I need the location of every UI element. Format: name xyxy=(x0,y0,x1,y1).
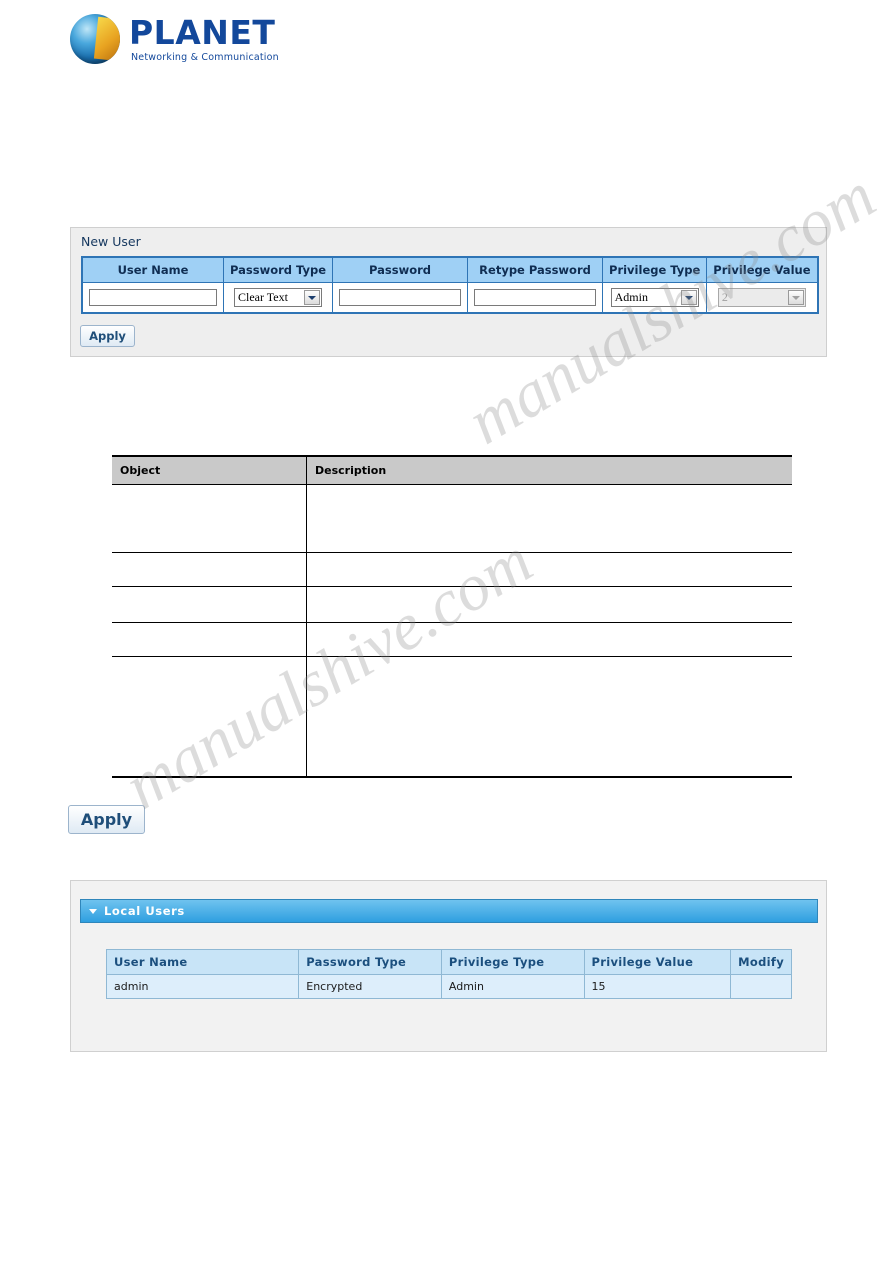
local-users-table: User Name Password Type Privilege Type P… xyxy=(105,949,792,999)
table-row xyxy=(112,484,792,553)
lu-cell-privilege-value: 15 xyxy=(583,974,732,999)
password-type-selected-value: Clear Text xyxy=(238,290,288,304)
lu-cell-modify xyxy=(730,974,792,999)
cell-password-type: Clear Text xyxy=(222,282,334,314)
new-user-input-row: Clear Text Admin 2 xyxy=(81,282,818,314)
brand-tagline: Networking & Communication xyxy=(131,51,279,63)
local-users-panel-title: Local Users xyxy=(104,904,185,918)
col-password: Password xyxy=(332,256,469,283)
desc-description-cell xyxy=(306,552,792,587)
new-user-header-row: User Name Password Type Password Retype … xyxy=(81,256,818,283)
lu-cell-password-type: Encrypted xyxy=(298,974,442,999)
new-user-table: User Name Password Type Password Retype … xyxy=(81,256,819,314)
table-row xyxy=(112,552,792,587)
desc-col-object: Object xyxy=(112,455,307,485)
chevron-down-icon xyxy=(304,290,320,305)
brand-logo: PLANET Networking & Communication xyxy=(70,14,279,64)
table-row xyxy=(112,622,792,657)
new-user-panel: New User User Name Password Type Passwor… xyxy=(70,227,827,357)
new-user-apply-button[interactable]: Apply xyxy=(80,325,135,347)
privilege-value-selected-value: 2 xyxy=(721,290,728,304)
table-row: admin Encrypted Admin 15 xyxy=(105,974,792,999)
local-users-panel-header[interactable]: Local Users xyxy=(80,899,818,923)
lu-col-privilege-type: Privilege Type xyxy=(440,949,585,975)
cell-privilege-value: 2 xyxy=(706,282,818,314)
lu-cell-user-name: admin xyxy=(105,974,300,999)
apply-button[interactable]: Apply xyxy=(68,805,145,834)
desc-object-cell xyxy=(112,552,307,587)
lu-cell-privilege-type: Admin xyxy=(440,974,585,999)
password-type-select[interactable]: Clear Text xyxy=(234,288,322,307)
desc-description-cell xyxy=(306,622,792,657)
desc-col-description: Description xyxy=(306,455,792,485)
brand-name: PLANET xyxy=(129,12,276,52)
lu-col-modify: Modify xyxy=(730,949,792,975)
new-user-panel-title: New User xyxy=(81,234,141,249)
object-description-table: Object Description xyxy=(112,455,792,778)
local-users-panel: Local Users User Name Password Type Priv… xyxy=(70,880,827,1052)
chevron-down-icon xyxy=(787,290,804,305)
desc-description-cell xyxy=(306,484,792,553)
cell-privilege-type: Admin xyxy=(602,282,708,314)
desc-object-cell xyxy=(112,622,307,657)
desc-description-cell xyxy=(306,656,792,778)
desc-description-cell xyxy=(306,586,792,623)
privilege-type-select[interactable]: Admin xyxy=(610,288,699,307)
globe-icon xyxy=(70,14,120,64)
desc-header-row: Object Description xyxy=(112,455,792,485)
lu-col-password-type: Password Type xyxy=(298,949,442,975)
col-privilege-value: Privilege Value xyxy=(706,256,818,283)
table-row xyxy=(112,656,792,778)
brand-text: PLANET Networking & Communication xyxy=(129,16,279,63)
desc-object-cell xyxy=(112,484,307,553)
table-row xyxy=(112,586,792,623)
cell-retype-password xyxy=(467,282,604,314)
privilege-value-select[interactable]: 2 xyxy=(717,288,806,307)
caret-down-icon[interactable] xyxy=(89,908,97,914)
password-input[interactable] xyxy=(339,288,462,306)
user-name-input[interactable] xyxy=(89,288,217,306)
col-privilege-type: Privilege Type xyxy=(602,256,708,283)
chevron-down-icon xyxy=(680,290,697,305)
lu-col-user-name: User Name xyxy=(105,949,300,975)
cell-password xyxy=(332,282,469,314)
col-retype-password: Retype Password xyxy=(467,256,604,283)
col-password-type: Password Type xyxy=(222,256,334,283)
lu-col-privilege-value: Privilege Value xyxy=(583,949,732,975)
desc-object-cell xyxy=(112,656,307,778)
local-users-header-row: User Name Password Type Privilege Type P… xyxy=(105,949,792,975)
retype-password-input[interactable] xyxy=(474,288,597,306)
col-user-name: User Name xyxy=(81,256,224,283)
privilege-type-selected-value: Admin xyxy=(614,290,648,304)
desc-object-cell xyxy=(112,586,307,623)
cell-user-name xyxy=(81,282,224,314)
